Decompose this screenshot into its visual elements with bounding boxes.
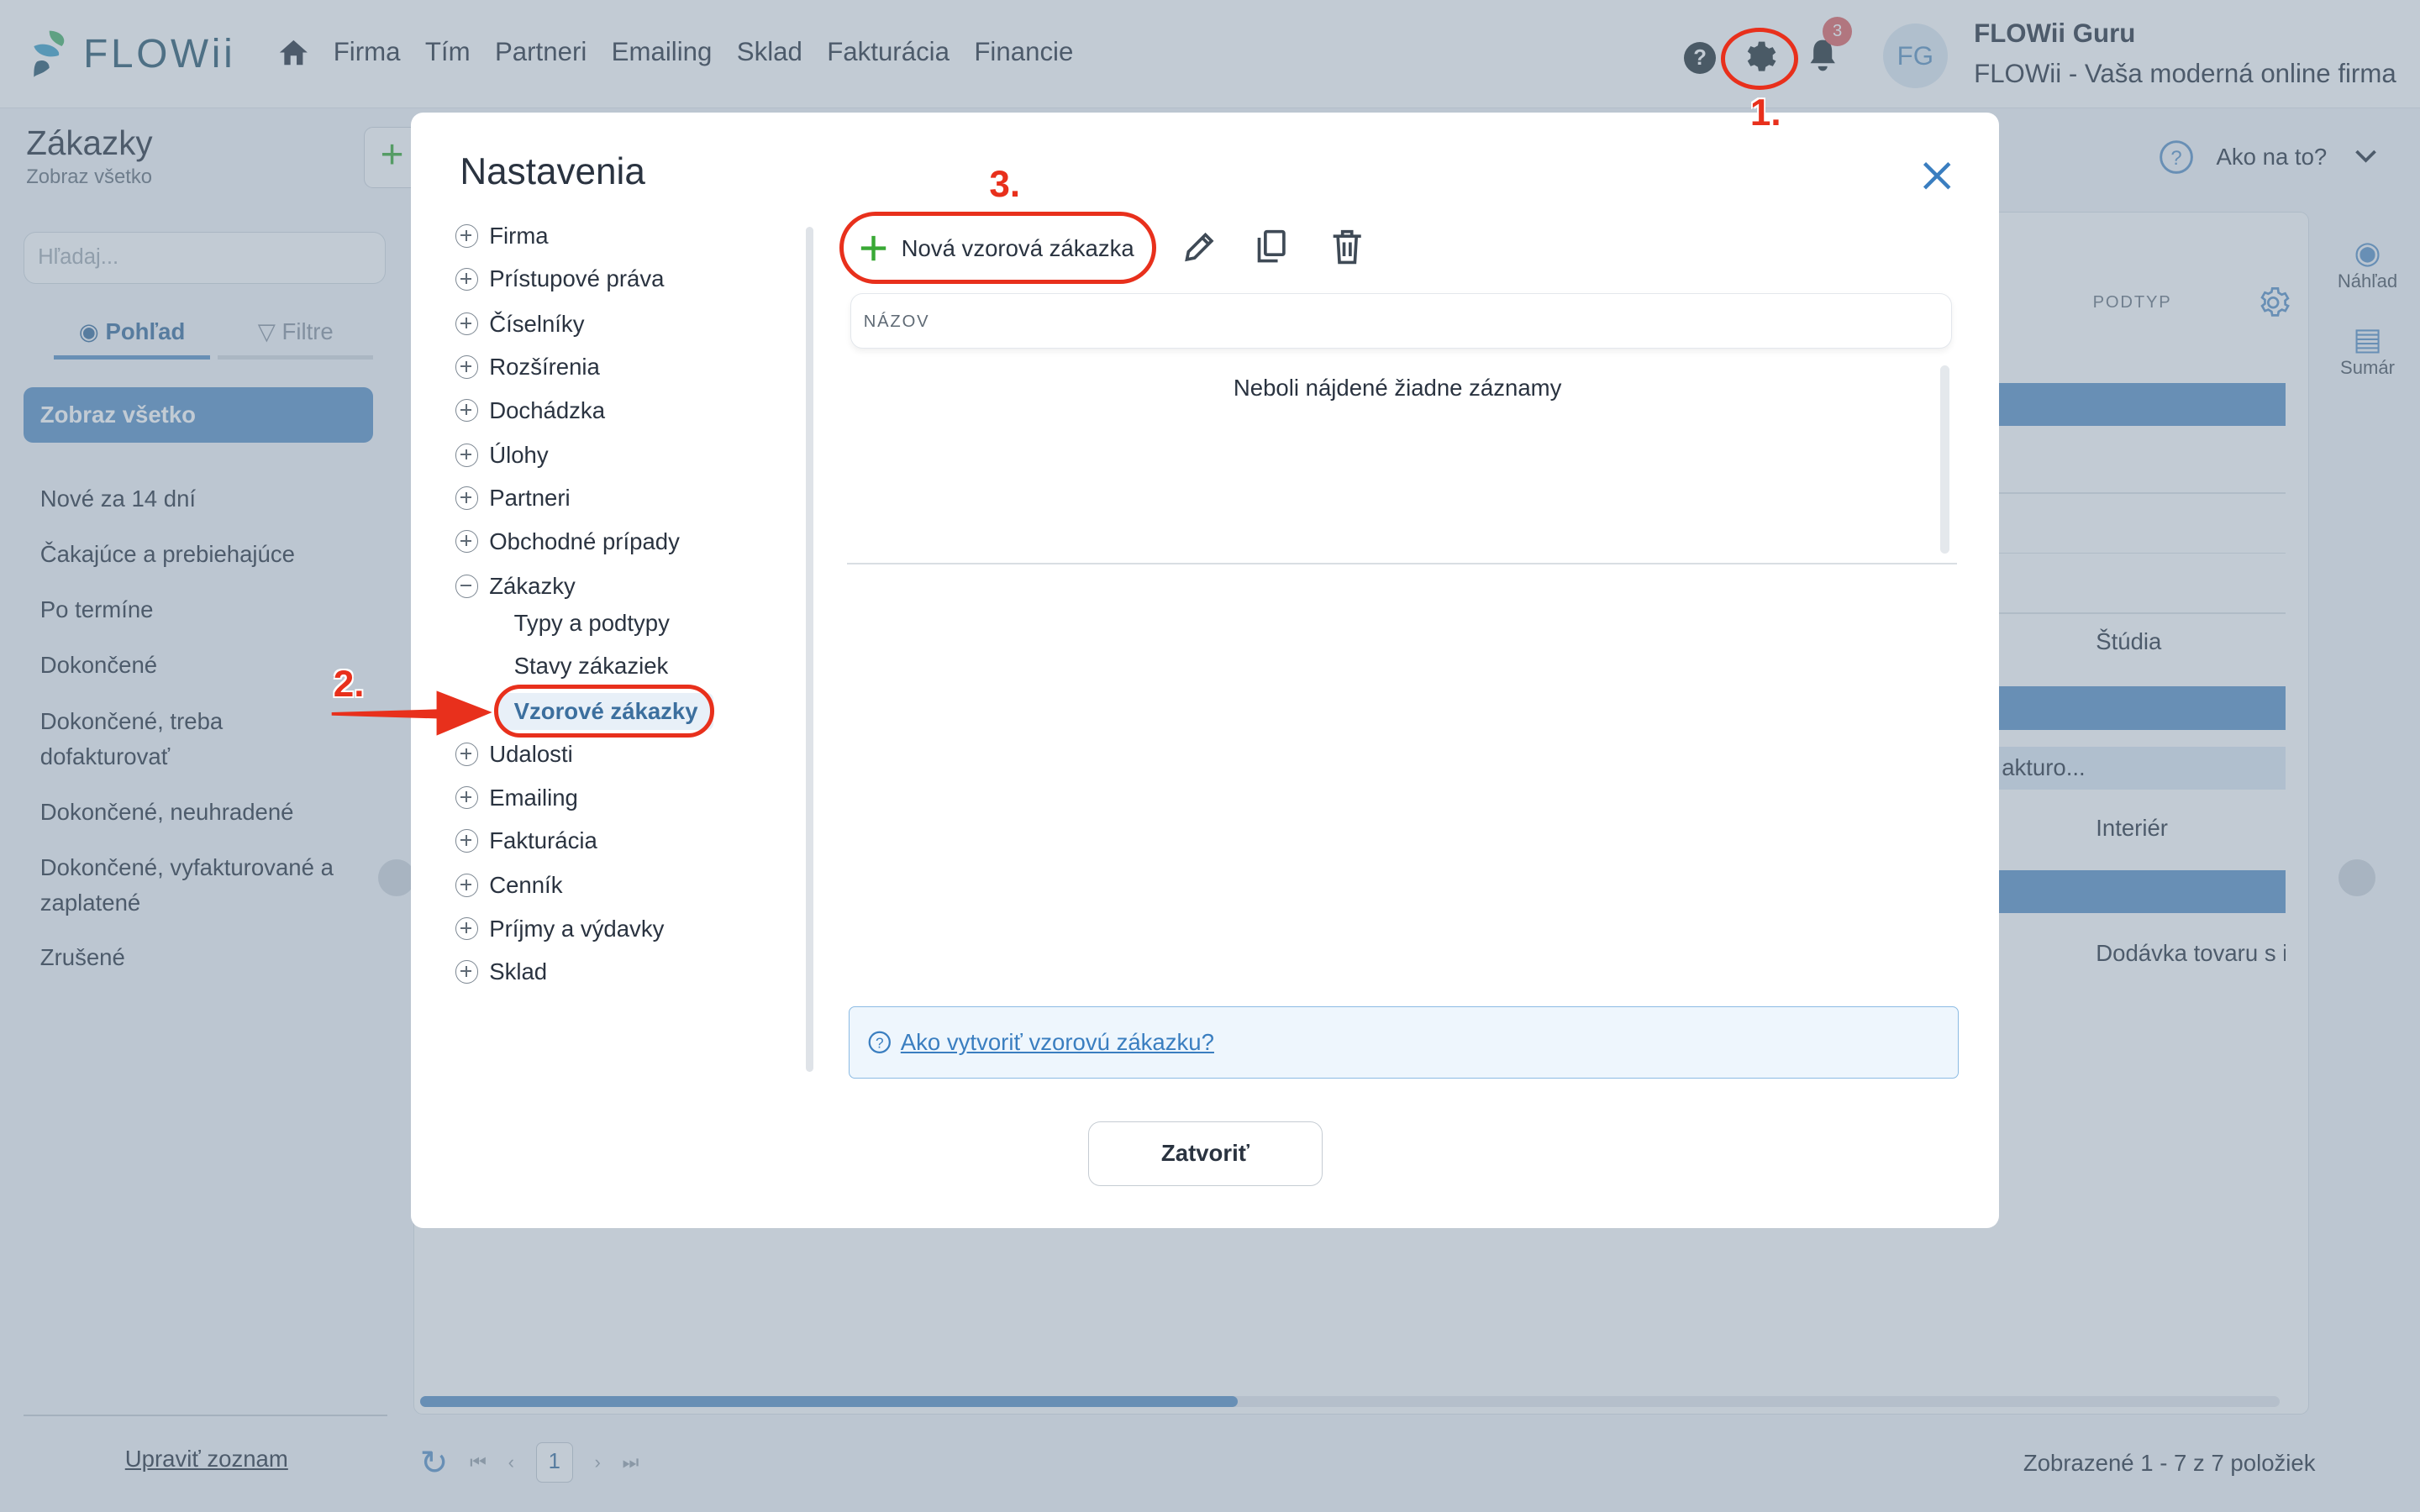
annotation-ring-settings <box>1720 28 1798 90</box>
annotation-arrow-icon <box>331 690 492 737</box>
expand-icon <box>455 267 479 291</box>
tree-item-sklad[interactable]: Sklad <box>455 955 547 989</box>
close-icon[interactable] <box>1920 159 1954 192</box>
tree-label: Číselníky <box>489 310 585 337</box>
expand-icon <box>455 444 479 467</box>
tree-item-stavy-zakaziek[interactable]: Stavy zákaziek <box>514 649 669 683</box>
expand-icon <box>455 224 479 248</box>
tree-item-udalosti[interactable]: Udalosti <box>455 738 573 771</box>
tree-item-firma[interactable]: Firma <box>455 219 549 253</box>
tree-item-pristupove-prava[interactable]: Prístupové práva <box>455 262 665 296</box>
expand-icon <box>455 916 479 941</box>
tree-label: Príjmy a výdavky <box>489 915 665 942</box>
expand-icon <box>455 960 479 984</box>
tree-item-zakazky[interactable]: Zákazky <box>455 570 576 603</box>
expand-icon <box>455 743 479 766</box>
tree-label: Úlohy <box>489 441 549 468</box>
tree-item-dochadzka[interactable]: Dochádzka <box>455 393 605 427</box>
tree-item-partneri[interactable]: Partneri <box>455 481 571 515</box>
annotation-ring-tree-item <box>493 685 715 738</box>
tree-item-fakturacia[interactable]: Fakturácia <box>455 824 597 858</box>
tree-label: Dochádzka <box>489 396 606 423</box>
expand-icon <box>455 529 479 554</box>
annotation-step-1: 1. <box>1749 92 1781 134</box>
expand-icon <box>455 829 479 853</box>
empty-state-text: Neboli nájdené žiadne záznamy <box>1233 375 1562 402</box>
tree-label: Emailing <box>489 784 578 811</box>
tree-item-rozsirenia[interactable]: Rozšírenia <box>455 350 600 384</box>
expand-icon <box>455 355 479 379</box>
delete-trash-icon[interactable] <box>1330 228 1364 265</box>
tree-item-obchodne-pripady[interactable]: Obchodné prípady <box>455 524 680 558</box>
copy-icon[interactable] <box>1255 228 1288 265</box>
modal-title: Nastavenia <box>460 150 645 192</box>
tree-label: Zákazky <box>489 572 576 599</box>
tree-label: Partneri <box>489 485 571 512</box>
tree-item-cennik[interactable]: Cenník <box>455 869 563 902</box>
tree-label: Obchodné prípady <box>489 528 680 554</box>
expand-icon <box>455 486 479 511</box>
collapse-icon <box>455 575 479 598</box>
table-scrollbar[interactable] <box>1939 365 1949 554</box>
expand-icon <box>455 785 479 810</box>
tree-label: Fakturácia <box>489 827 597 853</box>
edit-pencil-icon[interactable] <box>1182 230 1216 264</box>
tree-item-prijmy-a-vydavky[interactable]: Príjmy a výdavky <box>455 911 665 945</box>
tree-label: Sklad <box>489 958 548 985</box>
tree-label: Prístupové práva <box>489 265 665 292</box>
expand-icon <box>455 312 479 336</box>
tree-label: Firma <box>489 223 549 249</box>
tree-label: Cenník <box>489 872 563 899</box>
tree-item-ciselniky[interactable]: Číselníky <box>455 307 585 341</box>
expand-icon <box>455 398 479 423</box>
question-circle-icon: ? <box>868 1031 892 1053</box>
table-divider <box>847 563 1957 565</box>
tree-item-emailing[interactable]: Emailing <box>455 780 578 814</box>
help-info-box: ? Ako vytvoriť vzorovú zákazku? <box>849 1005 1959 1079</box>
svg-text:?: ? <box>876 1035 884 1052</box>
tree-scrollbar[interactable] <box>805 226 813 1073</box>
tree-item-typy-a-podtypy[interactable]: Typy a podtypy <box>514 606 670 640</box>
help-article-link[interactable]: Ako vytvoriť vzorovú zákazku? <box>901 1029 1214 1056</box>
column-header-name[interactable]: NÁZOV <box>850 292 1953 349</box>
tree-label: Udalosti <box>489 741 573 768</box>
annotation-step-3: 3. <box>989 163 1021 205</box>
annotation-ring-new-button <box>839 211 1156 284</box>
tree-item-ulohy[interactable]: Úlohy <box>455 438 549 472</box>
expand-icon <box>455 874 479 898</box>
close-button[interactable]: Zatvoriť <box>1087 1121 1323 1187</box>
tree-label: Rozšírenia <box>489 354 600 381</box>
